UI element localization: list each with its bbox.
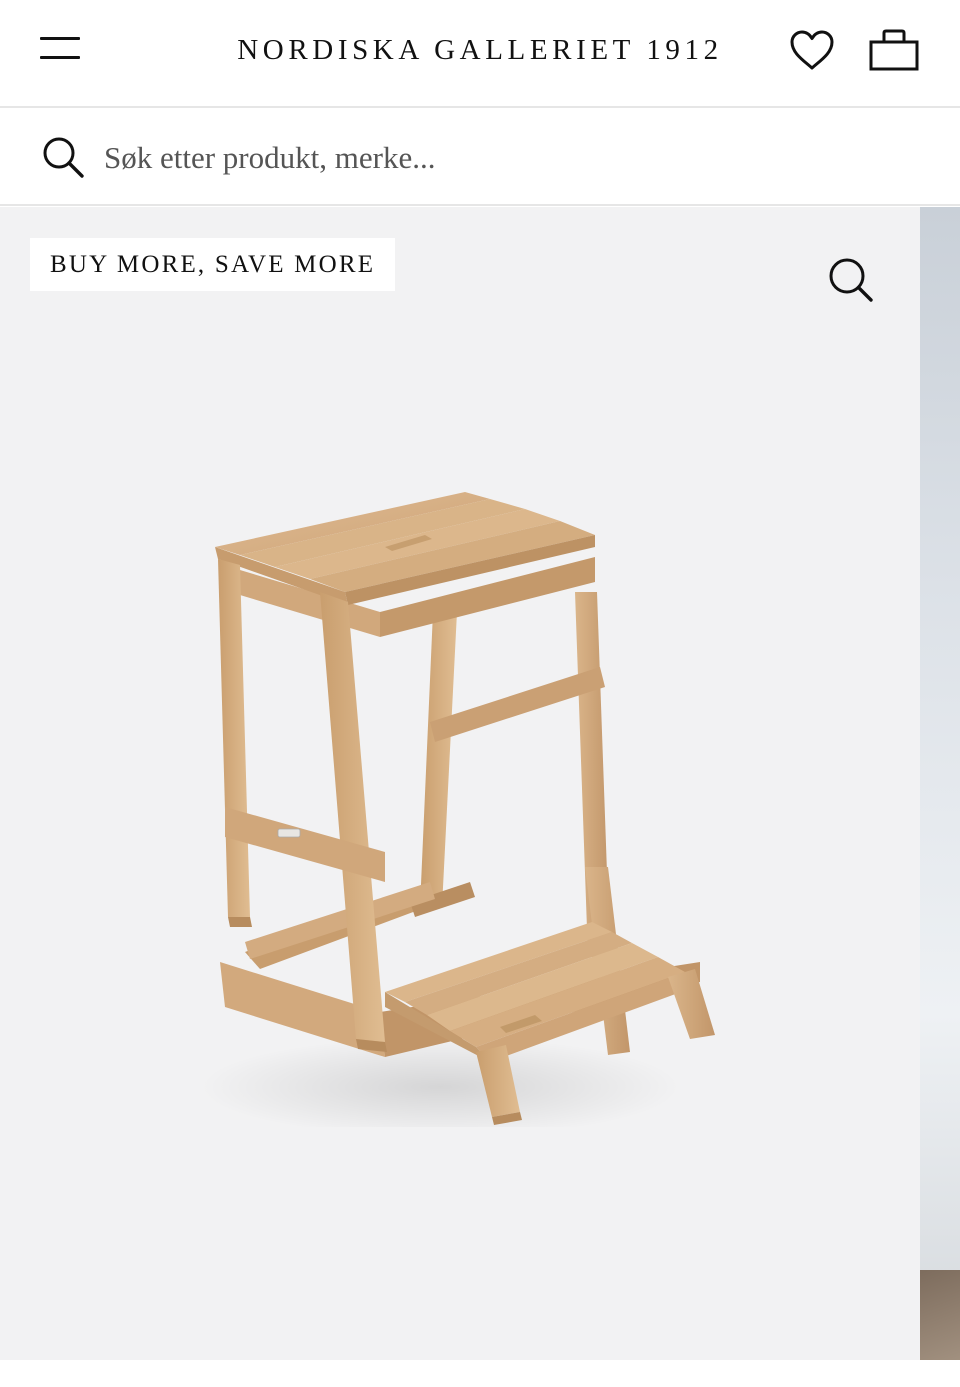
zoom-icon[interactable] (822, 251, 878, 307)
search-input[interactable] (104, 128, 884, 188)
site-header: NORDISKA GALLERIET 1912 (0, 0, 960, 108)
menu-button[interactable] (36, 30, 84, 70)
menu-icon-bar (40, 56, 80, 59)
menu-icon-bar (40, 37, 80, 40)
next-image-floor (920, 1270, 960, 1360)
search-icon[interactable] (40, 134, 86, 180)
product-image[interactable]: BUY MORE, SAVE MORE (0, 207, 920, 1360)
cart-button[interactable] (866, 22, 922, 78)
heart-icon (790, 30, 834, 70)
step-stool-image (200, 492, 715, 1127)
next-product-image[interactable] (920, 207, 960, 1360)
promo-badge: BUY MORE, SAVE MORE (30, 238, 396, 291)
page-bottom (0, 1360, 960, 1387)
product-image-gallery[interactable]: BUY MORE, SAVE MORE (0, 207, 960, 1360)
brand-logo[interactable]: NORDISKA GALLERIET 1912 (200, 30, 760, 70)
wishlist-button[interactable] (784, 22, 840, 78)
shopping-bag-icon (869, 29, 919, 71)
